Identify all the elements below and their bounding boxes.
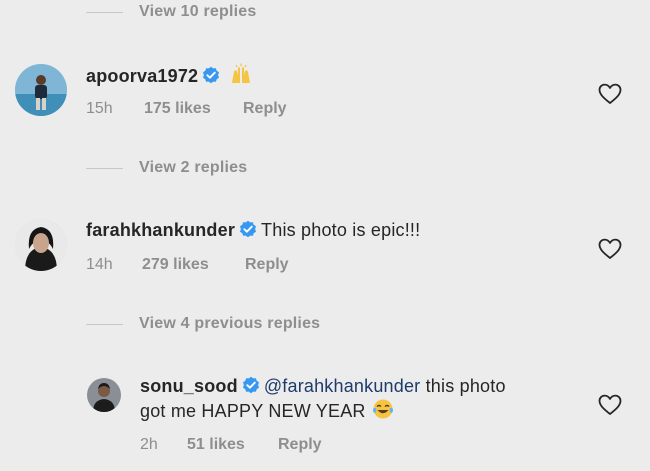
like-heart-icon[interactable]	[598, 238, 622, 260]
timestamp[interactable]: 2h	[140, 436, 187, 454]
divider-line	[86, 167, 123, 169]
divider-line	[86, 11, 123, 13]
username[interactable]: apoorva1972	[86, 66, 198, 86]
timestamp[interactable]: 15h	[86, 100, 144, 118]
verified-badge-icon	[239, 220, 257, 244]
like-heart-icon[interactable]	[598, 83, 622, 105]
comment-meta: 2h 51 likes Reply	[140, 436, 322, 454]
view-replies-link[interactable]: View 2 replies	[86, 156, 247, 180]
avatar[interactable]	[87, 378, 121, 412]
mention-link[interactable]: @farahkhankunder	[264, 376, 421, 396]
tears-of-joy-emoji-icon	[372, 398, 394, 426]
divider-line	[86, 323, 123, 325]
verified-badge-icon	[242, 376, 260, 400]
avatar[interactable]	[15, 219, 67, 271]
comment-text-line-2: got me HAPPY NEW YEAR	[140, 398, 394, 426]
comment-body: This photo is epic!!!	[261, 220, 421, 240]
comment-body: this photo	[425, 376, 506, 396]
likes-count[interactable]: 51 likes	[187, 436, 249, 454]
view-replies-label: View 4 previous replies	[139, 315, 321, 332]
like-heart-icon[interactable]	[598, 394, 622, 416]
view-previous-replies-link[interactable]: View 4 previous replies	[86, 312, 320, 336]
view-replies-label: View 10 replies	[139, 3, 257, 20]
comment-meta: 15h 175 likes Reply	[86, 100, 287, 118]
comment-meta: 14h 279 likes Reply	[86, 256, 289, 274]
comment-text-line: apoorva1972	[86, 63, 252, 91]
likes-count[interactable]: 279 likes	[142, 256, 216, 274]
likes-count[interactable]: 175 likes	[144, 100, 214, 118]
avatar[interactable]	[15, 64, 67, 116]
view-replies-link[interactable]: View 10 replies	[86, 0, 256, 24]
comment-text-line: farahkhankunder This photo is epic!!!	[86, 218, 420, 244]
username[interactable]: farahkhankunder	[86, 220, 235, 240]
comment-text-line: sonu_sood @farahkhankunder this photo	[140, 374, 506, 400]
timestamp[interactable]: 14h	[86, 256, 142, 274]
username[interactable]: sonu_sood	[140, 376, 238, 396]
reply-button[interactable]: Reply	[245, 256, 289, 274]
verified-badge-icon	[202, 66, 220, 90]
raising-hands-emoji-icon	[230, 63, 252, 91]
comment-body-continued: got me HAPPY NEW YEAR	[140, 401, 366, 421]
reply-button[interactable]: Reply	[278, 436, 322, 454]
reply-button[interactable]: Reply	[243, 100, 287, 118]
view-replies-label: View 2 replies	[139, 159, 248, 176]
